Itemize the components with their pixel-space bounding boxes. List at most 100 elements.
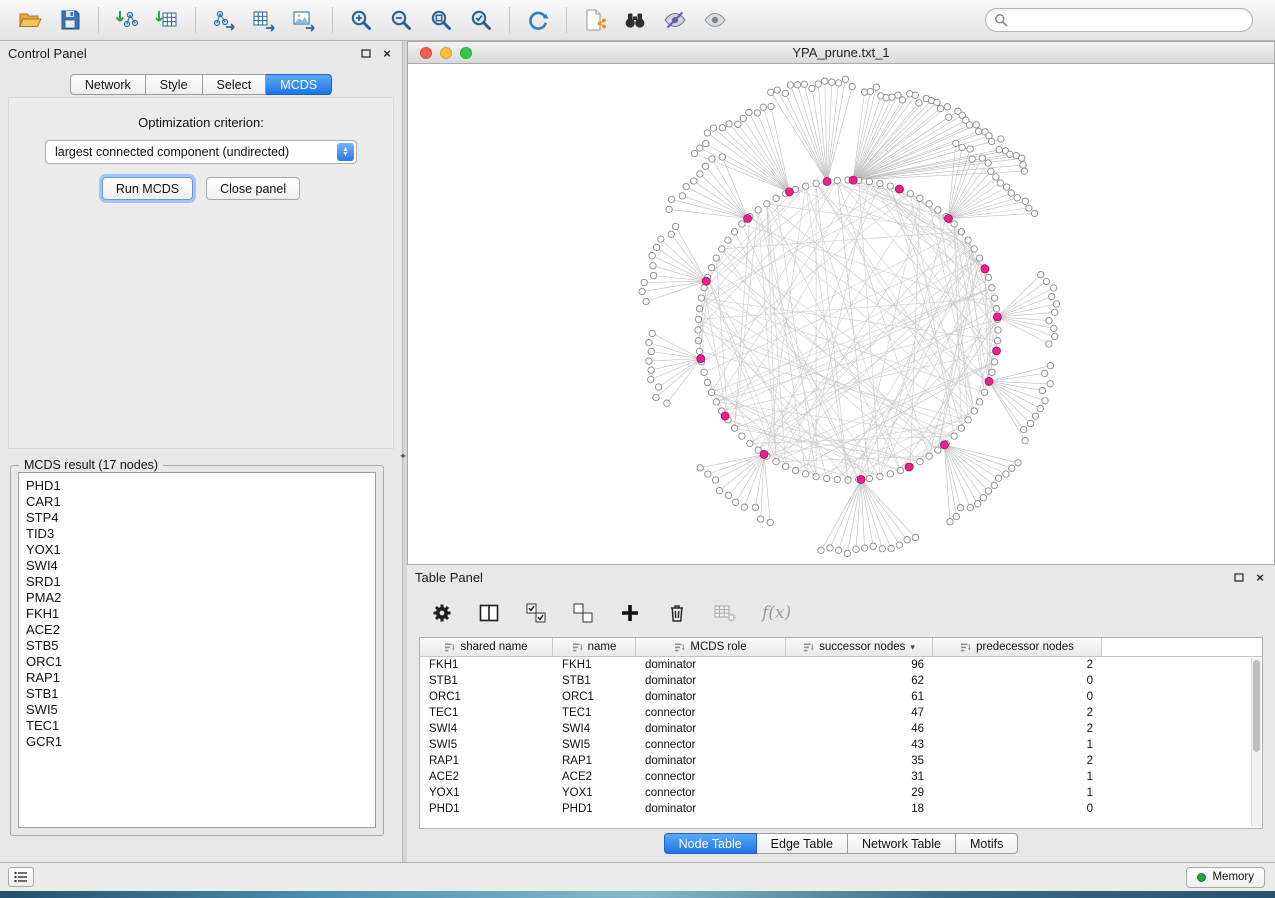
share-document-button[interactable]: [579, 4, 611, 36]
toolbar-separator: [195, 7, 196, 33]
tab-node-table[interactable]: Node Table: [664, 833, 757, 854]
mcds-result-item[interactable]: SRD1: [26, 574, 368, 590]
open-file-button[interactable]: [14, 4, 46, 36]
hide-elements-button[interactable]: [659, 4, 691, 36]
cell-shared-name: STB1: [420, 675, 553, 687]
mcds-result-item[interactable]: CAR1: [26, 494, 368, 510]
function-builder-button[interactable]: f(x): [762, 603, 791, 623]
table-scrollbar-thumb[interactable]: [1253, 660, 1260, 752]
table-row[interactable]: TEC1TEC1connector472: [420, 705, 1262, 721]
tab-motifs[interactable]: Motifs: [956, 833, 1018, 854]
zoom-in-button[interactable]: [345, 4, 377, 36]
sort-direction-icon: ▾: [910, 642, 915, 653]
mcds-result-item[interactable]: STB5: [26, 638, 368, 654]
mcds-result-item[interactable]: STP4: [26, 510, 368, 526]
mcds-result-item[interactable]: FKH1: [26, 606, 368, 622]
zoom-window-button[interactable]: [460, 47, 472, 59]
table-row[interactable]: ORC1ORC1dominator610: [420, 689, 1262, 705]
tab-style[interactable]: Style: [146, 74, 203, 95]
tab-select[interactable]: Select: [203, 74, 267, 95]
criterion-dropdown[interactable]: largest connected component (undirected)…: [45, 140, 357, 164]
mcds-result-item[interactable]: GCR1: [26, 734, 368, 750]
table-row[interactable]: ACE2ACE2connector311: [420, 769, 1262, 785]
tab-network[interactable]: Network: [70, 74, 146, 95]
float-table-panel-icon[interactable]: [1232, 570, 1246, 584]
table-settings-button[interactable]: [431, 602, 453, 624]
network-view-window: YPA_prune.txt_1: [407, 41, 1275, 565]
tab-edge-table[interactable]: Edge Table: [757, 833, 848, 854]
mcds-result-item[interactable]: SWI4: [26, 558, 368, 574]
float-panel-icon[interactable]: [359, 46, 373, 60]
search-input[interactable]: [1013, 13, 1244, 27]
close-panel-icon[interactable]: ×: [380, 46, 394, 60]
add-row-button[interactable]: [619, 602, 641, 624]
cell-mcds-role: connector: [636, 739, 786, 751]
minimize-window-button[interactable]: [440, 47, 452, 59]
network-window-titlebar[interactable]: YPA_prune.txt_1: [408, 42, 1274, 64]
table-row[interactable]: SWI5SWI5connector431: [420, 737, 1262, 753]
column-header-predecessor-nodes[interactable]: predecessor nodes: [933, 638, 1102, 656]
mcds-result-item[interactable]: PHD1: [26, 478, 368, 494]
network-canvas[interactable]: [408, 64, 1274, 564]
column-header-label: name: [588, 641, 617, 653]
show-columns-button[interactable]: [478, 602, 500, 624]
tab-network-table[interactable]: Network Table: [848, 833, 956, 854]
cell-predecessor-nodes: 2: [933, 755, 1102, 767]
close-window-button[interactable]: [420, 47, 432, 59]
column-header-successor-nodes[interactable]: successor nodes▾: [786, 638, 933, 656]
mcds-result-item[interactable]: PMA2: [26, 590, 368, 606]
refresh-button[interactable]: [522, 4, 554, 36]
cell-predecessor-nodes: 1: [933, 739, 1102, 751]
import-network-button[interactable]: [111, 4, 143, 36]
table-scrollbar[interactable]: [1251, 658, 1261, 827]
network-search-field[interactable]: [985, 8, 1253, 32]
cell-mcds-role: connector: [636, 707, 786, 719]
table-row[interactable]: RAP1RAP1dominator352: [420, 753, 1262, 769]
mcds-result-item[interactable]: STB1: [26, 686, 368, 702]
mcds-result-item[interactable]: TID3: [26, 526, 368, 542]
mcds-result-item[interactable]: TEC1: [26, 718, 368, 734]
export-network-icon: [212, 8, 236, 32]
column-header-shared-name[interactable]: shared name: [420, 638, 553, 656]
close-table-panel-icon[interactable]: ×: [1253, 570, 1267, 584]
select-all-button[interactable]: [525, 602, 547, 624]
zoom-out-button[interactable]: [385, 4, 417, 36]
splitter-handle-icon[interactable]: ◂▸: [400, 451, 404, 460]
cell-predecessor-nodes: 2: [933, 723, 1102, 735]
zoom-fit-button[interactable]: [425, 4, 457, 36]
import-table-button[interactable]: [151, 4, 183, 36]
save-session-button[interactable]: [54, 4, 86, 36]
show-elements-button[interactable]: [699, 4, 731, 36]
node-table-body: FKH1FKH1dominator962STB1STB1dominator620…: [420, 657, 1262, 817]
search-network-button[interactable]: [619, 4, 651, 36]
table-row[interactable]: STB1STB1dominator620: [420, 673, 1262, 689]
column-header-name[interactable]: name: [553, 638, 636, 656]
mcds-result-item[interactable]: RAP1: [26, 670, 368, 686]
deselect-all-button[interactable]: [572, 602, 594, 624]
mcds-result-item[interactable]: ORC1: [26, 654, 368, 670]
table-row[interactable]: SWI4SWI4dominator462: [420, 721, 1262, 737]
delete-table-icon: [713, 602, 737, 624]
column-header-mcds-role[interactable]: MCDS role: [636, 638, 786, 656]
table-row[interactable]: PHD1PHD1dominator180: [420, 801, 1262, 817]
mcds-result-item[interactable]: ACE2: [26, 622, 368, 638]
tab-mcds[interactable]: MCDS: [266, 74, 332, 95]
delete-rows-button[interactable]: [666, 602, 688, 624]
export-network-button[interactable]: [208, 4, 240, 36]
cell-successor-nodes: 61: [786, 691, 933, 703]
mcds-result-item[interactable]: SWI5: [26, 702, 368, 718]
cell-shared-name: PHD1: [420, 803, 553, 815]
close-panel-button[interactable]: Close panel: [206, 177, 300, 200]
mcds-result-list[interactable]: PHD1CAR1STP4TID3YOX1SWI4SRD1PMA2FKH1ACE2…: [18, 472, 376, 828]
memory-button[interactable]: Memory: [1186, 867, 1265, 888]
export-table-button[interactable]: [248, 4, 280, 36]
cell-successor-nodes: 46: [786, 723, 933, 735]
table-row[interactable]: YOX1YOX1connector291: [420, 785, 1262, 801]
run-mcds-button[interactable]: Run MCDS: [102, 177, 193, 200]
status-bar: Memory: [0, 862, 1275, 891]
task-history-button[interactable]: [8, 867, 34, 887]
export-image-button[interactable]: [288, 4, 320, 36]
table-row[interactable]: FKH1FKH1dominator962: [420, 657, 1262, 673]
zoom-selected-button[interactable]: [465, 4, 497, 36]
mcds-result-item[interactable]: YOX1: [26, 542, 368, 558]
